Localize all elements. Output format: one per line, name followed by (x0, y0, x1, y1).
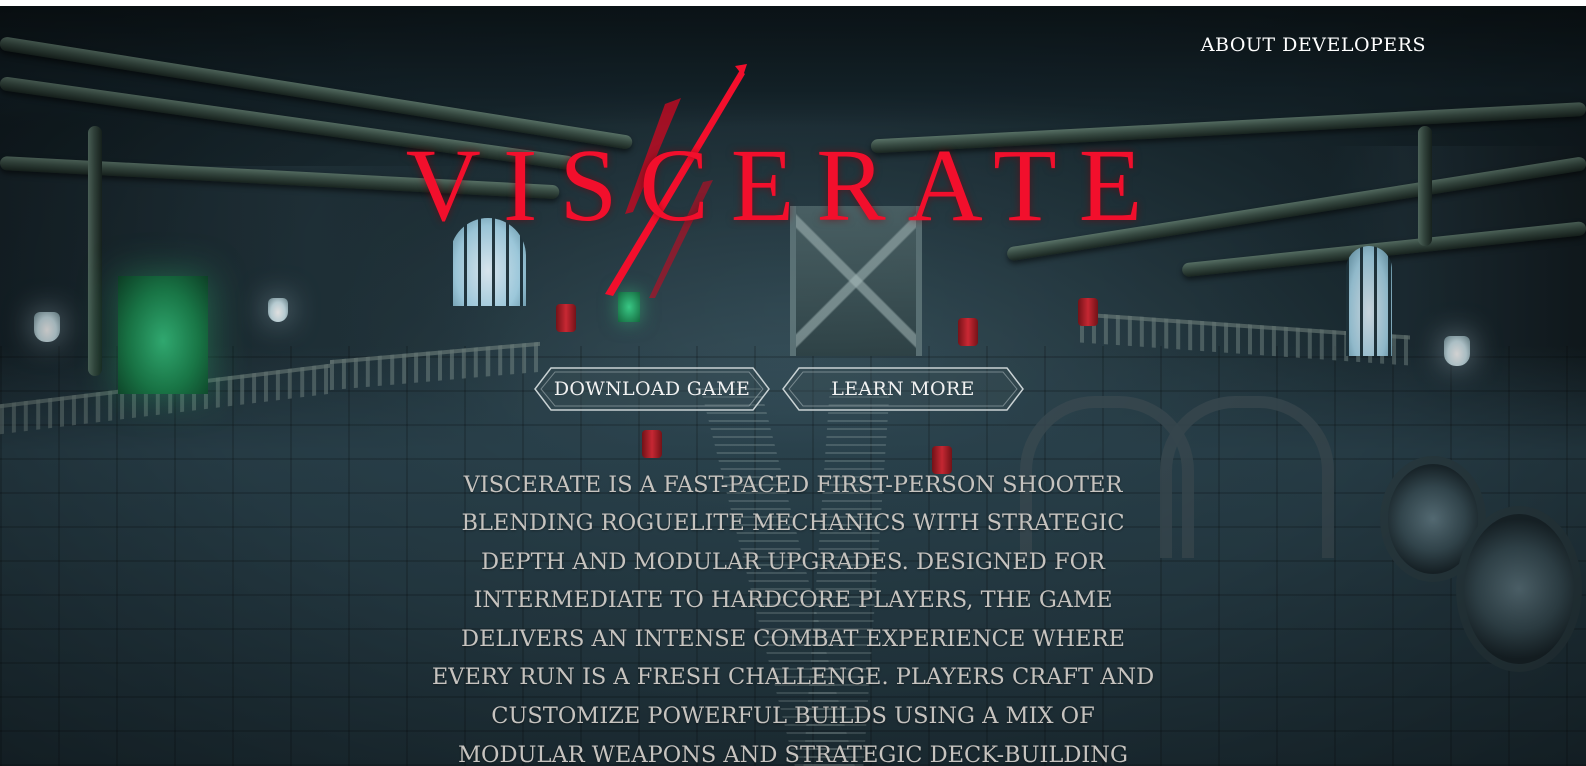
game-logo: VISCERATE (405, 128, 1165, 243)
learn-more-label: LEARN MORE (831, 378, 975, 400)
cta-buttons: DOWNLOAD GAME LEARN MORE (533, 366, 1025, 412)
download-game-label: DOWNLOAD GAME (553, 378, 751, 400)
download-game-button[interactable]: DOWNLOAD GAME (533, 366, 771, 412)
hero-section: ABOUT DEVELOPERS VISCERATE DOWNLOAD GAME… (0, 6, 1586, 766)
learn-more-button[interactable]: LEARN MORE (781, 366, 1025, 412)
game-description: VISCERATE IS A FAST-PACED FIRST-PERSON S… (431, 471, 1155, 766)
about-developers-link[interactable]: ABOUT DEVELOPERS (1201, 34, 1426, 56)
